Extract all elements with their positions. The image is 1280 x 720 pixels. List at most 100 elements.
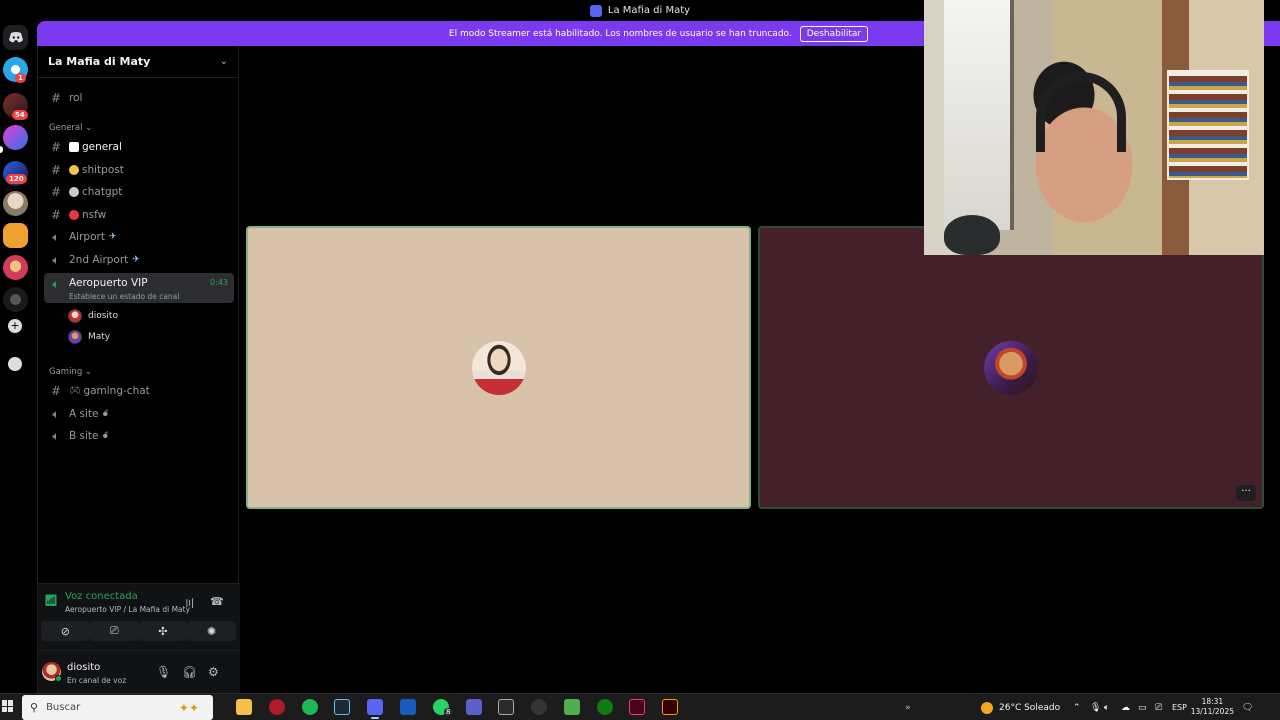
windows-taskbar: ⚲ Buscar ✦✦ 8 » 26°C Soleado ⌃ 🎙︎ 🔈︎ ☁︎ …	[0, 693, 1280, 720]
microphone-icon[interactable]: 🎙︎	[1090, 694, 1101, 720]
channel-label: shitpost	[82, 164, 124, 176]
whatsapp-badge: 8	[444, 708, 453, 716]
channel-general[interactable]: # general	[44, 137, 234, 157]
participant-tile-diosito[interactable]	[246, 226, 751, 509]
avatar	[471, 340, 526, 395]
channel-gaming-chat[interactable]: # 🎮︎ gaming-chat	[44, 381, 234, 401]
disable-streamer-mode-button[interactable]: Deshabilitar	[799, 25, 869, 42]
weather-text: 26°C Soleado	[999, 702, 1061, 713]
speaker-icon: 🔈︎	[52, 428, 60, 443]
server-logo-icon	[589, 4, 602, 17]
explore-servers-icon[interactable]	[8, 357, 22, 371]
channel-label: 2nd Airport	[69, 254, 129, 266]
xbox-icon[interactable]	[597, 699, 613, 715]
battery-icon[interactable]: ▭	[1138, 694, 1147, 720]
direct-messages-button[interactable]	[3, 25, 28, 50]
illustrator-icon[interactable]	[662, 699, 678, 715]
voice-channel-2nd-airport[interactable]: 🔈︎ 2nd Airport ✈︎	[44, 250, 234, 270]
airplane-emoji-icon: ✈︎	[108, 232, 117, 242]
channel-shitpost[interactable]: # shitpost	[44, 160, 234, 180]
unread-indicator	[0, 146, 3, 153]
channel-sidebar: La Mafia di Maty ⌄ # rol General ⌄ # gen…	[37, 46, 240, 696]
airplane-emoji-icon: ✈︎	[132, 255, 140, 265]
voice-user[interactable]: Maty	[68, 328, 110, 346]
sun-icon	[981, 701, 993, 714]
taskbar-search[interactable]: ⚲ Buscar ✦✦	[22, 695, 213, 720]
disconnect-icon[interactable]: ☎︎	[210, 595, 224, 608]
category-gaming[interactable]: Gaming ⌄	[49, 367, 92, 377]
epic-games-icon[interactable]	[498, 699, 514, 715]
set-channel-status[interactable]: Establece un estado de canal	[69, 292, 179, 301]
github-icon[interactable]	[531, 699, 547, 715]
noise-suppression-icon[interactable]: 〣	[184, 595, 195, 611]
voice-channel-a-site[interactable]: 🔈︎ A site 💣︎	[44, 404, 234, 424]
search-icon: ⚲	[30, 701, 39, 714]
discord-icon[interactable]	[367, 699, 383, 719]
channel-label: gaming-chat	[83, 385, 150, 397]
activities-button[interactable]: ✣	[138, 621, 188, 641]
gear-icon[interactable]: ⚙	[208, 665, 219, 679]
voice-channel-airport[interactable]: 🔈︎ Airport ✈︎	[44, 227, 234, 247]
channel-nsfw[interactable]: # nsfw	[44, 205, 234, 225]
voice-connected-status[interactable]: Voz conectada	[65, 591, 138, 602]
speaker-icon: 🔈︎	[52, 252, 60, 267]
teams-icon[interactable]	[466, 699, 482, 715]
bomb-emoji-icon: 💣︎	[102, 409, 109, 419]
chevron-down-icon: ⌄	[219, 56, 228, 67]
user-panel: diosito En canal de voz 🎙︎ 🎧︎ ⚙	[38, 650, 240, 696]
server-icon-8[interactable]	[3, 287, 28, 312]
word-icon[interactable]	[400, 699, 416, 715]
spotify-icon[interactable]	[302, 699, 318, 715]
voice-channel-b-site[interactable]: 🔈︎ B site 💣︎	[44, 426, 234, 446]
soundboard-button[interactable]: ✺	[187, 621, 236, 641]
server-header[interactable]: La Mafia di Maty ⌄	[38, 46, 238, 78]
server-name: La Mafia di Maty	[48, 55, 151, 68]
android-app-icon[interactable]	[564, 699, 580, 715]
chevron-up-icon[interactable]: ⌃	[1073, 694, 1081, 720]
volume-icon[interactable]: 🔈︎	[1104, 694, 1109, 720]
microphone-icon[interactable]: 🎙︎	[156, 665, 171, 679]
camera-off-button[interactable]: ⊘	[41, 621, 90, 641]
voice-user[interactable]: diosito	[68, 307, 118, 325]
face-emoji-icon	[69, 165, 79, 175]
file-explorer-icon[interactable]	[236, 699, 252, 715]
opera-icon[interactable]	[269, 699, 285, 715]
server-icon-3[interactable]	[3, 125, 28, 150]
server-icon-5[interactable]	[3, 191, 28, 216]
speaker-icon: 🔈︎	[52, 229, 60, 244]
category-general[interactable]: General ⌄	[49, 123, 92, 133]
bomb-emoji-icon: 💣︎	[102, 431, 109, 441]
indesign-icon[interactable]	[629, 699, 645, 715]
signal-strength-icon[interactable]: 📶︎	[44, 594, 58, 608]
network-icon[interactable]: ⎚	[1155, 694, 1162, 720]
language-indicator[interactable]: ESP	[1172, 694, 1187, 720]
steam-icon[interactable]	[334, 699, 350, 715]
server-icon-7[interactable]	[3, 255, 28, 280]
voice-user-name: diosito	[88, 311, 118, 321]
voice-channel-aeropuerto-vip[interactable]: 🔈︎ Aeropuerto VIP 0:43 Establece un esta…	[44, 273, 234, 303]
channel-label: chatgpt	[82, 186, 123, 198]
channel-chatgpt[interactable]: # chatgpt	[44, 182, 234, 202]
username[interactable]: diosito	[67, 662, 100, 673]
weather-widget[interactable]: 26°C Soleado	[981, 694, 1060, 720]
clock-date: 13/11/2025	[1190, 707, 1234, 716]
tray-overflow-icon[interactable]: »	[905, 694, 911, 720]
cloud-icon[interactable]: ☁︎	[1121, 694, 1130, 720]
voice-location[interactable]: Aeropuerto VIP / La Mafia di Maty	[65, 605, 190, 614]
system-clock[interactable]: 18:31 13/11/2025	[1191, 697, 1234, 717]
notifications-icon[interactable]: 🗨︎	[1242, 694, 1253, 720]
headset	[1036, 72, 1126, 152]
server-icon-6[interactable]	[3, 223, 28, 248]
window-title: La Mafia di Maty	[607, 5, 691, 16]
category-label: General	[49, 123, 83, 133]
online-status-indicator	[55, 675, 62, 682]
add-server-icon[interactable]: +	[8, 319, 22, 333]
participant-tile-maty[interactable]: ···	[758, 226, 1264, 509]
speaker-icon: 🔈︎	[52, 277, 60, 291]
headphones-icon[interactable]: 🎧︎	[182, 665, 197, 679]
screen-share-button[interactable]: ⎚	[89, 621, 139, 641]
more-options-icon[interactable]: ···	[1236, 485, 1256, 501]
channel-rol[interactable]: # rol	[44, 88, 234, 108]
streamer-mode-message: El modo Streamer está habilitado. Los no…	[448, 28, 792, 39]
windows-start-icon[interactable]	[2, 700, 14, 712]
